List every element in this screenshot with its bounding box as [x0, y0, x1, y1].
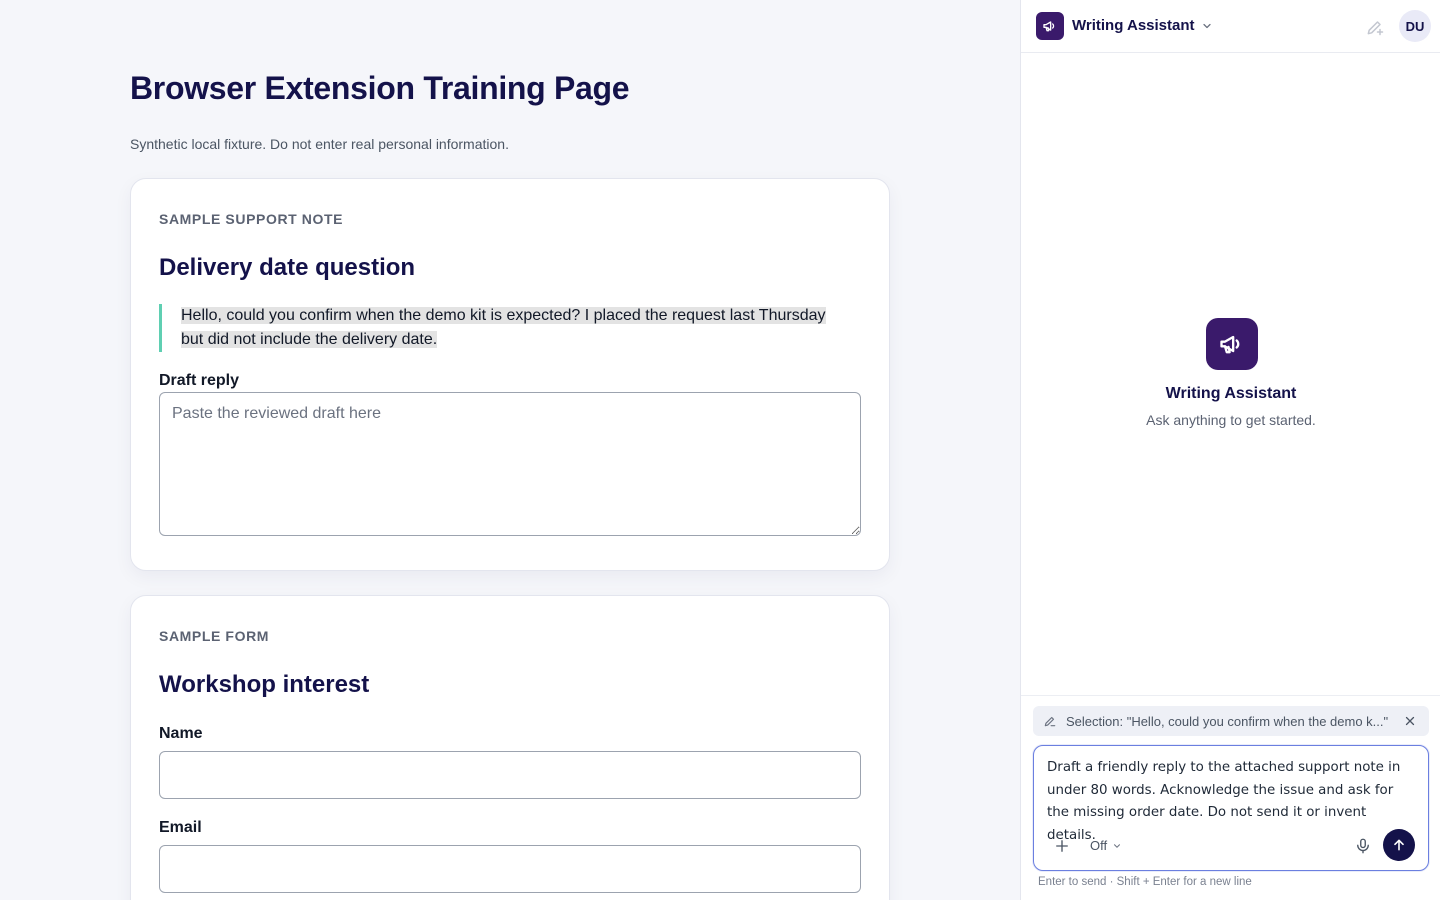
send-button[interactable]: [1383, 829, 1415, 861]
arrow-up-icon: [1394, 839, 1404, 851]
page-title: Browser Extension Training Page: [130, 70, 630, 106]
name-label: Name: [159, 725, 203, 742]
assistant-switcher-label[interactable]: Writing Assistant: [1072, 17, 1195, 34]
megaphone-icon: [1206, 318, 1258, 370]
assistant-header: Writing Assistant DU: [1021, 0, 1440, 53]
assistant-panel: Writing Assistant DU Writing Assistant A…: [1020, 0, 1440, 900]
composer-hint: Enter to send · Shift + Enter for a new …: [1038, 876, 1252, 888]
plus-icon[interactable]: [1053, 837, 1071, 855]
support-note-card: SAMPLE SUPPORT NOTE Delivery date questi…: [130, 178, 890, 571]
workshop-form-title: Workshop interest: [159, 671, 370, 698]
name-input[interactable]: [159, 751, 861, 799]
page-subtitle: Synthetic local fixture. Do not enter re…: [130, 136, 509, 152]
email-input[interactable]: [159, 845, 861, 893]
close-icon[interactable]: [1403, 714, 1417, 728]
chevron-down-icon: [1114, 843, 1121, 848]
draft-reply-textarea[interactable]: [159, 392, 861, 536]
support-note-quote: Hello, could you confirm when the demo k…: [159, 304, 849, 352]
chevron-down-icon[interactable]: [1201, 20, 1213, 32]
empty-state-title: Writing Assistant: [1165, 385, 1297, 402]
workshop-form-card: SAMPLE FORM Workshop interest Name Email: [130, 595, 890, 900]
avatar[interactable]: DU: [1399, 10, 1431, 42]
mode-dropdown-label: Off: [1090, 838, 1108, 853]
workshop-form-eyebrow: SAMPLE FORM: [159, 628, 270, 644]
composer-area: Selection: "Hello, could you confirm whe…: [1021, 695, 1440, 900]
megaphone-icon: [1036, 12, 1064, 40]
selection-chip: Selection: "Hello, could you confirm whe…: [1033, 706, 1429, 736]
message-composer[interactable]: Draft a friendly reply to the attached s…: [1033, 745, 1429, 871]
support-note-title: Delivery date question: [159, 254, 416, 281]
mode-dropdown[interactable]: Off: [1090, 838, 1122, 853]
draft-reply-label: Draft reply: [159, 372, 240, 389]
support-note-quote-text[interactable]: Hello, could you confirm when the demo k…: [181, 307, 826, 348]
microphone-icon[interactable]: [1354, 836, 1372, 856]
pencil-icon: [1044, 716, 1056, 727]
email-label: Email: [159, 819, 202, 836]
training-page: Browser Extension Training Page Syntheti…: [0, 0, 1020, 900]
support-note-eyebrow: SAMPLE SUPPORT NOTE: [159, 211, 344, 227]
empty-state-subtitle: Ask anything to get started.: [1146, 412, 1316, 428]
selection-chip-text: Selection: "Hello, could you confirm whe…: [1066, 714, 1389, 729]
pencil-plus-icon[interactable]: [1365, 17, 1385, 37]
message-input[interactable]: Draft a friendly reply to the attached s…: [1047, 757, 1417, 847]
